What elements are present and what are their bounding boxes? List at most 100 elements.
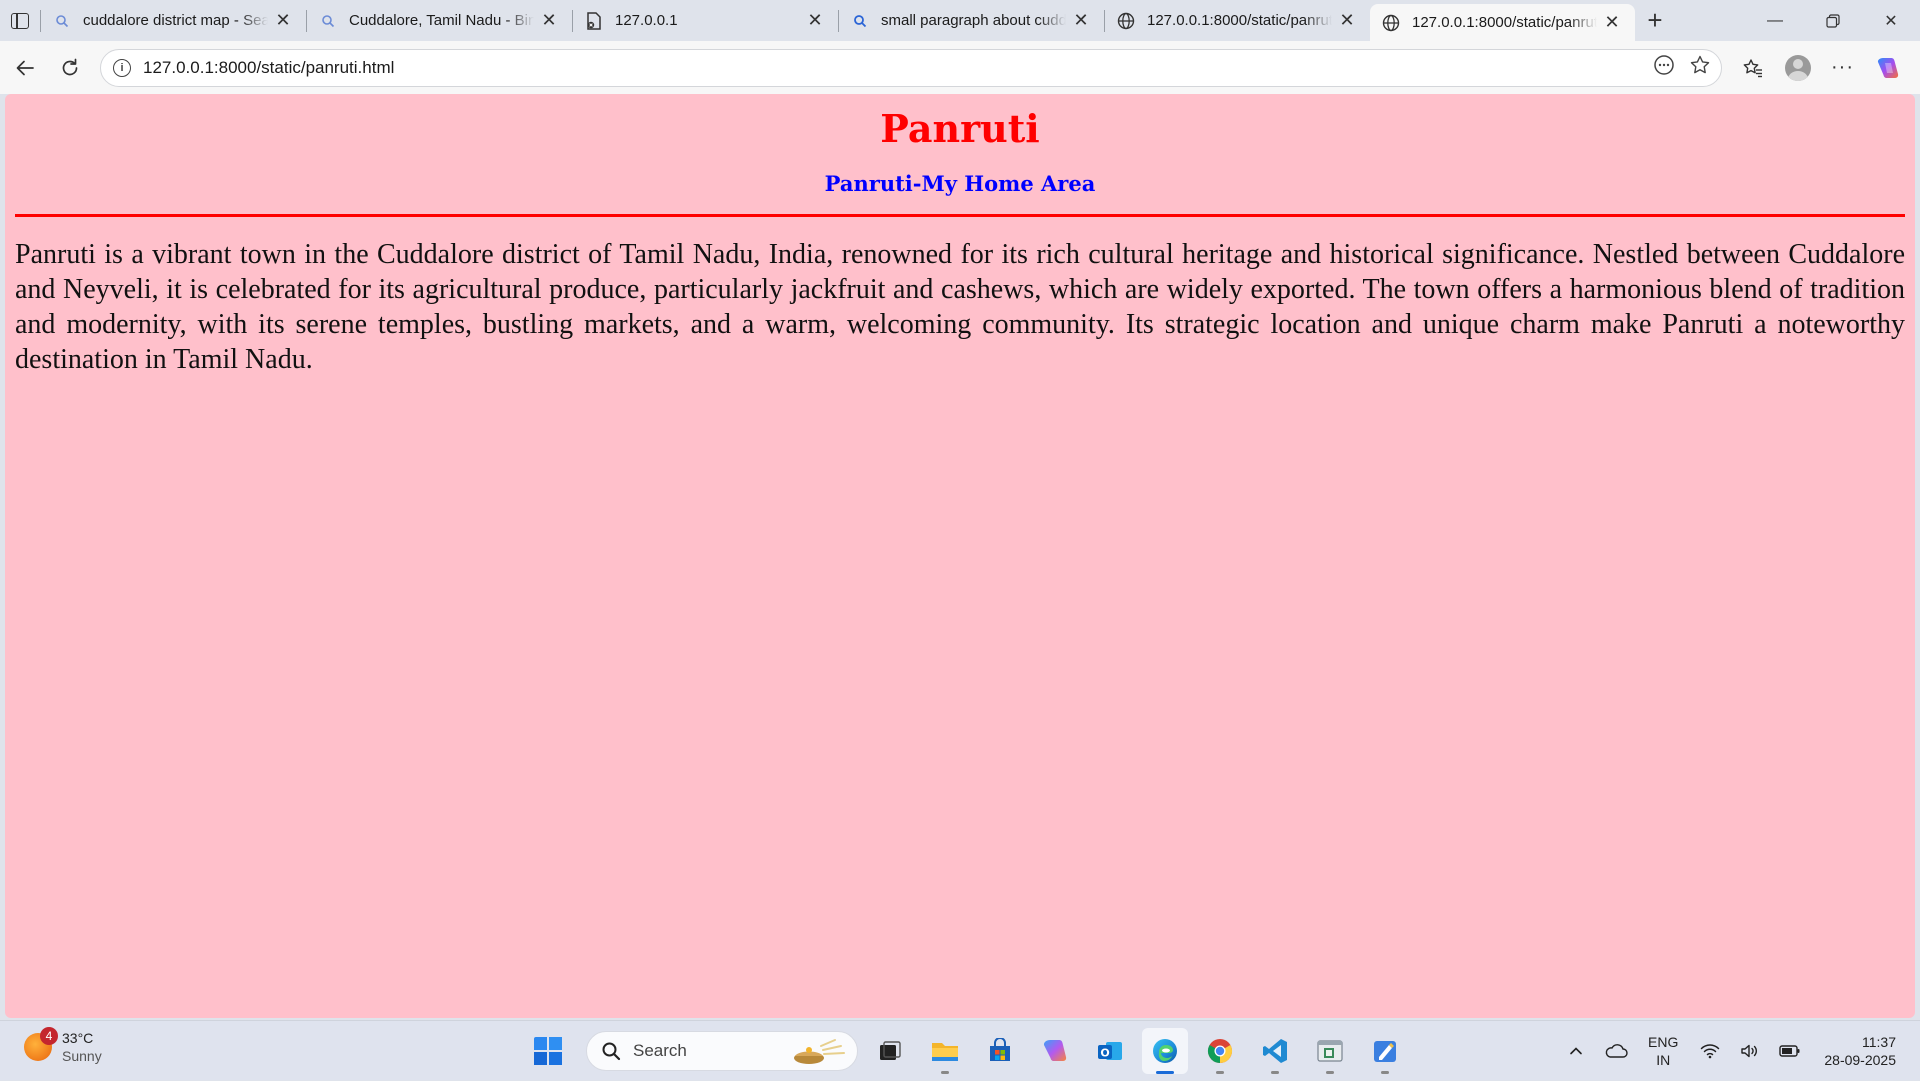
tab-title: 127.0.0.1 xyxy=(615,12,678,29)
chrome-button[interactable] xyxy=(1197,1028,1243,1074)
favorites-button[interactable] xyxy=(1730,48,1775,88)
wifi-button[interactable] xyxy=(1690,1043,1730,1059)
battery-button[interactable] xyxy=(1770,1044,1810,1058)
avatar xyxy=(1784,54,1811,81)
onedrive-button[interactable] xyxy=(1596,1043,1636,1059)
tab-2[interactable]: Cuddalore, Tamil Nadu - Bing ✕ xyxy=(307,0,572,41)
page-subheading: Panruti-My Home Area xyxy=(824,171,1096,196)
edge-icon xyxy=(1153,1039,1177,1063)
tab-actions-button[interactable] xyxy=(0,0,40,41)
microsoft-store-button[interactable] xyxy=(977,1028,1023,1074)
search-label: Search xyxy=(633,1041,687,1060)
weather-widget[interactable]: 4 33°C Sunny xyxy=(24,1027,102,1065)
tab-6-active[interactable]: 127.0.0.1:8000/static/panruti ✕ xyxy=(1370,4,1635,41)
system-tray: ENG IN 11:37 28-09-2025 xyxy=(1556,1021,1920,1081)
paint-button[interactable] xyxy=(1362,1028,1408,1074)
weather-condition: Sunny xyxy=(62,1048,102,1064)
browser-toolbar: i 127.0.0.1:8000/static/panruti.html ··· xyxy=(0,41,1920,94)
weather-temp: 33°C xyxy=(62,1030,94,1046)
taskbar: 4 33°C Sunny Search O ENG IN 11:37 28-09… xyxy=(0,1020,1920,1080)
taskbar-search[interactable]: Search xyxy=(586,1031,858,1071)
terminal-icon xyxy=(1317,1040,1343,1062)
wifi-icon xyxy=(1701,1044,1720,1059)
refresh-button[interactable] xyxy=(50,48,90,88)
chrome-icon xyxy=(1207,1039,1233,1063)
chevron-up-icon xyxy=(1570,1047,1582,1055)
settings-menu-button[interactable]: ··· xyxy=(1820,48,1865,88)
back-arrow-icon xyxy=(16,60,34,75)
horizontal-rule xyxy=(15,214,1905,217)
start-button[interactable] xyxy=(524,1027,572,1075)
tab-3[interactable]: 127.0.0.1 ✕ xyxy=(573,0,838,41)
outlook-button[interactable]: O xyxy=(1087,1028,1133,1074)
paint-icon xyxy=(1374,1041,1396,1062)
copilot-icon xyxy=(1877,57,1898,78)
volume-button[interactable] xyxy=(1730,1043,1770,1059)
page-viewport: Panruti Panruti-My Home Area Panruti is … xyxy=(5,94,1915,1018)
tab-5[interactable]: 127.0.0.1:8000/static/panruti ✕ xyxy=(1105,0,1370,41)
task-view-button[interactable] xyxy=(867,1028,913,1074)
svg-text:O: O xyxy=(1100,1047,1109,1060)
minimize-button[interactable]: ― xyxy=(1746,0,1804,41)
close-icon[interactable]: ✕ xyxy=(1070,10,1092,32)
tab-4[interactable]: small paragraph about cuddalore ✕ xyxy=(839,0,1104,41)
clock-time: 11:37 xyxy=(1862,1034,1896,1050)
search-icon xyxy=(53,12,71,30)
address-bar[interactable]: i 127.0.0.1:8000/static/panruti.html xyxy=(100,48,1722,87)
favorite-star-icon[interactable] xyxy=(1689,54,1711,81)
task-view-icon xyxy=(880,1041,901,1060)
clock[interactable]: 11:37 28-09-2025 xyxy=(1824,1033,1896,1069)
page-paragraph: Panruti is a vibrant town in the Cuddalo… xyxy=(15,239,1905,375)
copilot-button[interactable] xyxy=(1865,48,1910,88)
globe-icon xyxy=(1382,14,1400,32)
page-heading: Panruti xyxy=(880,106,1040,151)
battery-icon xyxy=(1779,1045,1800,1057)
copilot-app-button[interactable] xyxy=(1032,1028,1078,1074)
edge-button[interactable] xyxy=(1142,1028,1188,1074)
tab-1[interactable]: cuddalore district map - Search ✕ xyxy=(41,0,306,41)
sun-icon: 4 xyxy=(24,1027,58,1061)
microsoft-store-icon xyxy=(990,1038,1010,1061)
close-icon[interactable]: ✕ xyxy=(804,10,826,32)
cloud-icon xyxy=(1605,1044,1628,1058)
tab-title: Cuddalore, Tamil Nadu - Bing xyxy=(349,12,534,29)
close-icon[interactable]: ✕ xyxy=(538,10,560,32)
favorites-icon xyxy=(1743,58,1762,77)
file-explorer-button[interactable] xyxy=(922,1028,968,1074)
language-code: ENG xyxy=(1648,1034,1679,1050)
clock-date: 28-09-2025 xyxy=(1824,1052,1896,1068)
tab-actions-icon xyxy=(11,12,29,29)
site-info-icon[interactable]: i xyxy=(113,58,131,77)
new-tab-button[interactable]: + xyxy=(1635,0,1675,41)
read-aloud-icon[interactable] xyxy=(1653,54,1675,81)
search-icon xyxy=(602,1042,621,1061)
taskbar-center: Search O xyxy=(524,1027,1408,1075)
back-button[interactable] xyxy=(5,48,45,88)
file-explorer-icon xyxy=(932,1043,958,1061)
search-icon xyxy=(319,12,337,30)
tab-title: 127.0.0.1:8000/static/panruti xyxy=(1412,14,1597,31)
file-icon xyxy=(585,11,603,30)
close-icon[interactable]: ✕ xyxy=(1601,12,1623,34)
url-text[interactable]: 127.0.0.1:8000/static/panruti.html xyxy=(143,58,394,78)
more-dots-icon: ··· xyxy=(1831,56,1854,78)
tab-title: small paragraph about cuddalore xyxy=(881,12,1066,29)
show-hidden-icons-button[interactable] xyxy=(1556,1043,1596,1059)
restore-button[interactable] xyxy=(1804,0,1862,41)
close-window-button[interactable]: ✕ xyxy=(1862,0,1920,41)
search-icon xyxy=(851,12,869,30)
speaker-icon xyxy=(1741,1044,1758,1058)
globe-icon xyxy=(1117,12,1135,30)
search-highlight-icon xyxy=(791,1038,847,1074)
tab-title: cuddalore district map - Search xyxy=(83,12,268,29)
close-icon[interactable]: ✕ xyxy=(1336,10,1358,32)
terminal-button[interactable] xyxy=(1307,1028,1353,1074)
language-indicator[interactable]: ENG IN xyxy=(1648,1033,1678,1069)
window-controls: ― ✕ xyxy=(1746,0,1920,41)
copilot-icon xyxy=(1043,1040,1067,1061)
region-code: IN xyxy=(1656,1052,1671,1068)
refresh-icon xyxy=(62,58,78,75)
vscode-button[interactable] xyxy=(1252,1028,1298,1074)
close-icon[interactable]: ✕ xyxy=(272,10,294,32)
profile-button[interactable] xyxy=(1775,48,1820,88)
